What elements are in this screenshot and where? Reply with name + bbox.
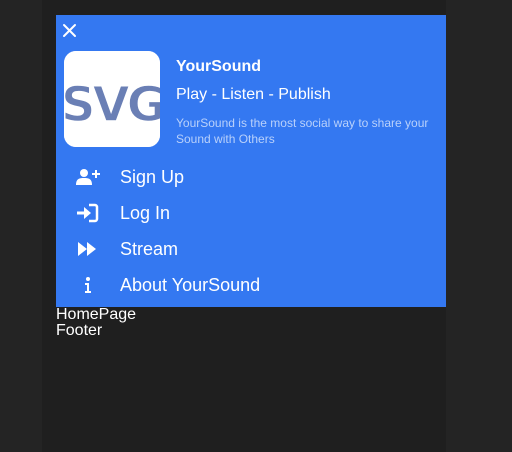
menu-item-about[interactable]: About YourSound: [56, 267, 446, 303]
sign-in-icon: [75, 203, 101, 223]
close-button[interactable]: [60, 21, 80, 41]
menu-list: Sign Up Log In Stream About YourSound: [56, 159, 446, 303]
app-name: YourSound: [176, 58, 262, 75]
menu-item-stream[interactable]: Stream: [56, 231, 446, 267]
app-description: YourSound is the most social way to shar…: [176, 116, 429, 146]
side-menu: SVG YourSound Play - Listen - Publish Yo…: [56, 15, 446, 307]
fast-forward-icon: [75, 239, 101, 259]
user-plus-icon: [75, 167, 101, 187]
menu-item-sign-up[interactable]: Sign Up: [56, 159, 446, 195]
app-logo: SVG: [64, 51, 160, 147]
app-tagline: Play - Listen - Publish: [176, 86, 331, 103]
menu-label: Log In: [120, 203, 171, 223]
menu-label: Stream: [120, 239, 179, 259]
info-icon: [75, 275, 101, 295]
close-icon: [60, 21, 80, 41]
menu-label: Sign Up: [120, 167, 185, 187]
menu-item-log-in[interactable]: Log In: [56, 195, 446, 231]
homepage-text: HomePage: [56, 306, 137, 323]
menu-label: About YourSound: [120, 275, 261, 295]
logo-text: SVG: [64, 77, 160, 133]
footer-text: Footer: [56, 322, 103, 339]
